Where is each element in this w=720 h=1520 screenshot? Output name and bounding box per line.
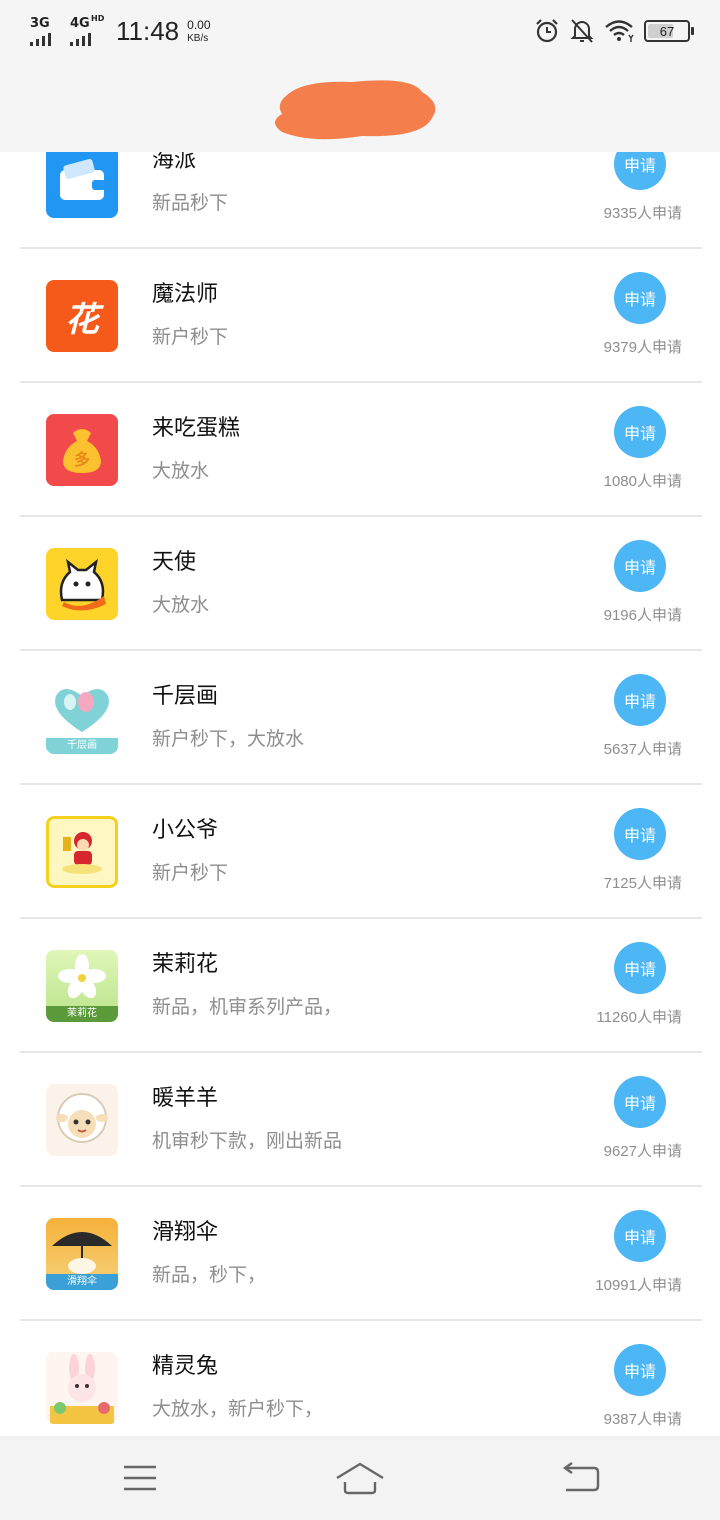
list-item[interactable]: 小公爷新户秒下 申请 7125人申请: [20, 784, 702, 919]
app-name: 暖羊羊: [152, 1086, 219, 1111]
app-name: 茉莉花: [152, 952, 219, 977]
apply-button[interactable]: 申请: [614, 406, 666, 458]
apply-count: 5637人申请: [603, 741, 682, 758]
bunny-icon: [46, 1352, 118, 1424]
apply-button[interactable]: 申请: [614, 942, 666, 994]
app-description: 大放水，新户秒下，: [152, 1398, 324, 1420]
wifi-icon: [605, 20, 634, 42]
app-name: 来吃蛋糕: [152, 416, 241, 441]
app-description: 机审秒下款，刚出新品: [152, 1130, 343, 1152]
network-speed: 0.00 KB/s: [187, 17, 211, 44]
list-item[interactable]: 多 来吃蛋糕大放水 申请 1080人申请: [20, 382, 702, 517]
list-item[interactable]: 滑翔伞 滑翔伞新品，秒下， 申请 10991人申请: [20, 1186, 702, 1321]
apply-button[interactable]: 申请: [614, 540, 666, 592]
parasol-icon: 滑翔伞: [46, 1218, 118, 1290]
app-name: 小公爷: [152, 818, 219, 843]
list-item[interactable]: 海派新品秒下 申请 9335人申请: [20, 152, 702, 249]
alarm-icon: [536, 19, 558, 43]
navigation-bar: [0, 1436, 720, 1520]
jasmine-flower-icon: 茉莉花: [46, 950, 118, 1022]
app-description: 新户秒下: [152, 326, 229, 348]
apply-button[interactable]: 申请: [614, 808, 666, 860]
list-item[interactable]: 暖羊羊机审秒下款，刚出新品 申请 9627人申请: [20, 1052, 702, 1187]
apply-button[interactable]: 申请: [614, 1344, 666, 1396]
apply-count: 9627人申请: [603, 1143, 682, 1160]
app-name: 精灵兔: [152, 1354, 219, 1379]
flower-logo-icon: 花: [46, 280, 118, 352]
apply-button[interactable]: 申请: [614, 1076, 666, 1128]
app-name: 滑翔伞: [152, 1220, 219, 1245]
apply-button[interactable]: 申请: [614, 152, 666, 190]
apply-count: 9335人申请: [603, 205, 682, 222]
app-description: 大放水: [152, 460, 210, 482]
apply-count: 9379人申请: [603, 339, 682, 356]
list-item[interactable]: 花 魔法师新户秒下 申请 9379人申请: [20, 248, 702, 383]
battery-icon: 67: [644, 20, 694, 42]
apply-button[interactable]: 申请: [614, 674, 666, 726]
app-description: 新品，秒下，: [152, 1264, 267, 1286]
redacted-title: [275, 80, 436, 140]
app-description: 新品秒下: [152, 192, 229, 214]
app-name: 千层画: [152, 684, 219, 709]
sheep-icon: [46, 1084, 118, 1156]
app-list[interactable]: 海派 新品秒下 申请 9335人申请花魔法师 新户秒下 申请 9379人申请多来吃蛋糕 大放水…: [0, 152, 720, 1436]
app-description: 新户秒下: [152, 862, 229, 884]
app-description: 新品，机审系列产品，: [152, 996, 343, 1018]
apply-count: 10991人申请: [595, 1277, 682, 1294]
god-of-wealth-icon: [46, 816, 118, 888]
list-item[interactable]: 精灵兔大放水，新户秒下， 申请 9387人申请: [20, 1320, 702, 1436]
wallet-icon: [46, 152, 118, 218]
home-icon[interactable]: [335, 1456, 385, 1500]
clock: 11:48: [116, 16, 180, 46]
apply-count: 11260人申请: [596, 1009, 682, 1026]
heart-balloon-icon: 千层画: [46, 682, 118, 754]
fox-icon: [46, 548, 118, 620]
apply-count: 9387人申请: [603, 1411, 682, 1428]
signal-3g-icon: 3G: [30, 16, 64, 46]
app-name: 海派: [152, 152, 197, 173]
app-name: 魔法师: [152, 282, 219, 307]
money-bag-icon: 多: [46, 414, 118, 486]
bell-muted-icon: [570, 19, 594, 43]
apply-count: 1080人申请: [603, 473, 682, 490]
list-item[interactable]: 千层画 千层画新户秒下，大放水 申请 5637人申请: [20, 650, 702, 785]
list-item[interactable]: 茉莉花 茉莉花新品，机审系列产品， 申请 11260人申请: [20, 918, 702, 1053]
list-item[interactable]: 天使大放水 申请 9196人申请: [20, 516, 702, 651]
svg-text:多: 多: [74, 450, 90, 469]
back-icon[interactable]: [555, 1456, 605, 1500]
apply-button[interactable]: 申请: [614, 272, 666, 324]
app-name: 天使: [152, 550, 197, 575]
app-description: 大放水: [152, 594, 210, 616]
apply-count: 9196人申请: [603, 607, 682, 624]
signal-4g-icon: 4G HD: [70, 14, 104, 46]
status-bar: 3G 4G HD 11:48 0.00 KB/s 67: [0, 0, 720, 64]
apply-count: 7125人申请: [603, 875, 682, 892]
app-description: 新户秒下，大放水: [152, 728, 305, 750]
apply-button[interactable]: 申请: [614, 1210, 666, 1262]
menu-icon[interactable]: [115, 1456, 165, 1500]
